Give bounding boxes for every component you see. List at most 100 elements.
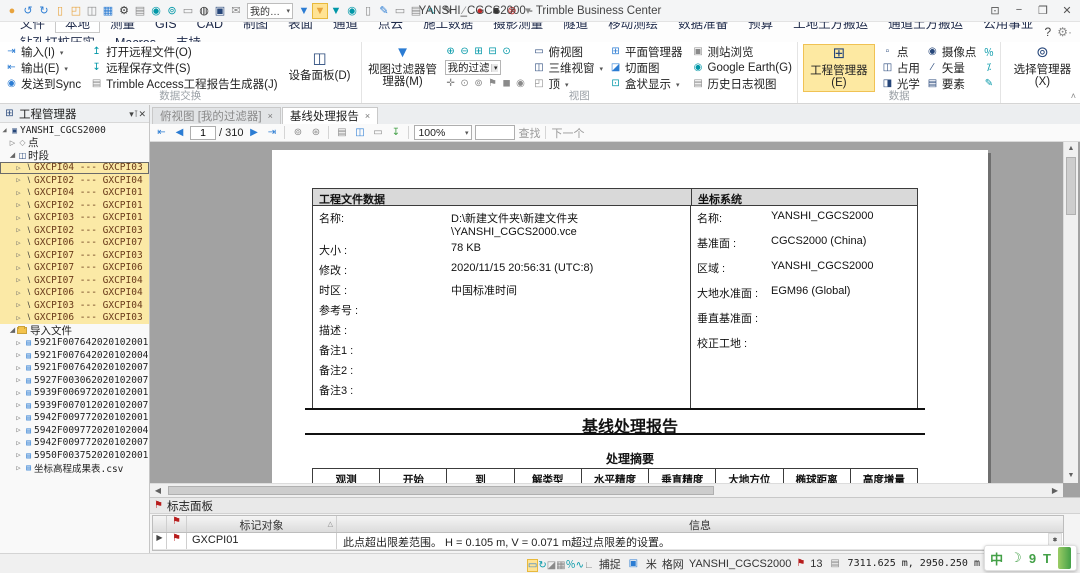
flag-column-header[interactable]: ⚑ — [167, 516, 187, 532]
report-icon[interactable]: ▤ — [132, 2, 148, 18]
expand-icon[interactable]: ▷ — [8, 139, 17, 147]
ribbon-button[interactable]: ∕ 矢量 — [926, 60, 977, 75]
last-page-button[interactable]: ⇥ — [264, 127, 279, 138]
ribbon-button[interactable]: ⇤ 输出(E) — [5, 60, 84, 75]
ribbon-button[interactable]: ◪ 切面图 — [609, 60, 686, 75]
help-button[interactable]: ? — [1045, 25, 1052, 39]
selection-manager-button[interactable]: ⊚ 选择管理器(X) — [1006, 44, 1078, 90]
project-explorer-button[interactable]: ⊞ 工程管理器(E) — [802, 44, 875, 92]
print-icon[interactable]: ▤ — [408, 2, 424, 18]
zoom-tool-icon[interactable]: ⊖ — [459, 46, 471, 57]
ribbon-button[interactable]: ◉ Google Earth(G) — [692, 60, 792, 75]
minimize-button[interactable]: − — [1010, 4, 1028, 17]
data-tool-icon[interactable]: ⁒ — [982, 60, 995, 75]
expand-icon[interactable]: ▷ — [14, 426, 23, 434]
vertical-scrollbar[interactable]: ▲ ▼ — [1063, 142, 1078, 483]
tree-session-item[interactable]: ▷∖GXCPI04 --- GXCPI01 (··· — [0, 186, 149, 199]
tree-node-sessions[interactable]: ◢ ◫ 时段 — [0, 149, 149, 162]
tree-node-imported-files[interactable]: ◢ 导入文件 — [0, 324, 149, 337]
zoom-tool-icon[interactable]: ⊚ — [164, 2, 180, 18]
expand-icon[interactable]: ▷ — [14, 201, 23, 209]
horizontal-scrollbar[interactable]: ◀ ▶ — [150, 483, 1063, 497]
flagged-object-cell[interactable]: GXCPI01 — [187, 533, 337, 549]
clock-icon[interactable]: ◍ — [196, 2, 212, 18]
close-tab-icon[interactable]: × — [268, 111, 273, 121]
expand-icon[interactable]: ▷ — [14, 189, 23, 197]
expand-icon[interactable]: ◢ — [8, 151, 17, 159]
ribbon-button[interactable]: ▣ 测站浏览 — [692, 44, 792, 59]
collapse-ribbon-button[interactable]: ˄ — [1071, 91, 1076, 101]
expand-icon[interactable]: ▷ — [14, 339, 23, 347]
back-button[interactable]: ⊚ — [290, 127, 305, 138]
record-icon[interactable]: ● — [472, 3, 488, 19]
flag-row[interactable]: ▶ ⚑ GXCPI01 此点超出限差范围。 H = 0.105 m, V = 0… — [153, 533, 1063, 550]
select-mode-icon[interactable]: ▭ — [526, 559, 539, 572]
forward-button[interactable]: ⊛ — [308, 127, 323, 138]
flagged-object-column-header[interactable]: 标记对象 △ — [187, 516, 337, 532]
tree-session-item[interactable]: ▷∖GXCPI03 --- GXCPI01 (··· — [0, 211, 149, 224]
ime-skin-icon[interactable]: T — [1043, 551, 1051, 566]
export-button[interactable]: ↧ — [388, 127, 403, 138]
ribbon-button[interactable]: ◫ 占用 — [881, 60, 920, 75]
ribbon-button[interactable]: ▭ 俯视图 — [533, 44, 604, 59]
open-project-icon[interactable]: ◰ — [68, 2, 84, 18]
tree-session-item[interactable]: ▷∖GXCPI06 --- GXCPI04 (··· — [0, 286, 149, 299]
first-page-button[interactable]: ⇤ — [154, 127, 169, 138]
rotate-icon[interactable]: ↻ — [538, 560, 546, 571]
zoom-tool-icon[interactable]: ⊟ — [487, 46, 499, 57]
expand-icon[interactable]: ▷ — [14, 239, 23, 247]
tree-file-item[interactable]: ▷▤5927F0030620201020070··· — [0, 374, 149, 387]
expand-icon[interactable]: ▷ — [14, 439, 23, 447]
app-logo-icon[interactable]: ● — [4, 3, 20, 19]
crs-label[interactable]: YANSHI_CGCS2000 — [689, 558, 792, 570]
panel-close-button[interactable]: ✕ — [138, 109, 146, 119]
expand-icon[interactable]: ▷ — [14, 226, 23, 234]
expand-icon[interactable]: ▷ — [14, 214, 23, 222]
page-number-input[interactable] — [190, 125, 216, 140]
scroll-thumb[interactable] — [168, 486, 715, 495]
measure-icon[interactable]: ∿ — [424, 2, 440, 18]
ribbon-button[interactable]: ↥ 打开远程文件(O) — [90, 44, 277, 59]
selection-filter-icon[interactable]: ▼ — [312, 2, 328, 19]
close-button[interactable]: ✕ — [1058, 4, 1076, 17]
tree-session-item[interactable]: ▷∖GXCPI02 --- GXCPI01 (··· — [0, 199, 149, 212]
layout-icon[interactable]: ▭ — [392, 2, 408, 18]
zoom-tool-icon[interactable]: ⊕ — [445, 46, 457, 57]
zoom-select[interactable]: 100% ▾ — [414, 125, 473, 140]
expand-icon[interactable]: ▷ — [14, 351, 23, 359]
expand-icon[interactable]: ▷ — [14, 251, 23, 259]
save-icon[interactable]: ▦ — [100, 2, 116, 18]
ribbon-button[interactable]: ▫ 点 — [881, 44, 920, 59]
find-button[interactable]: 查找 — [518, 125, 540, 141]
expand-icon[interactable]: ◢ — [0, 126, 9, 134]
more-icon[interactable]: ▾ — [520, 2, 536, 18]
display-options-icon[interactable]: ▣ — [626, 558, 641, 569]
expand-icon[interactable]: ▷ — [14, 276, 23, 284]
expand-icon[interactable]: ▷ — [14, 389, 23, 397]
tree-file-item[interactable]: ▷▤5921F0076420201020013··· — [0, 337, 149, 350]
tree-file-item[interactable]: ▷▤5942F0097720201020042··· — [0, 424, 149, 437]
snap-toggle[interactable]: 捕捉 — [599, 556, 621, 572]
scroll-thumb[interactable] — [1066, 157, 1076, 215]
next-page-button[interactable]: ▶ — [246, 127, 261, 138]
tree-file-item[interactable]: ▷ ▤ 坐标高程成果表.csv — [0, 462, 149, 474]
ime-logo[interactable] — [1058, 547, 1071, 569]
tree-file-item[interactable]: ▷▤5942F0097720201020070··· — [0, 437, 149, 450]
device-pane-button[interactable]: ◫ 设备面板(D) — [284, 44, 356, 90]
expand-icon[interactable]: ▷ — [14, 376, 23, 384]
window-icon[interactable]: ▭ — [180, 2, 196, 18]
zoom-tool-icon[interactable]: ⊞ — [473, 46, 485, 57]
ortho-icon[interactable]: ∟ — [584, 560, 594, 571]
expand-icon[interactable]: ▷ — [14, 301, 23, 309]
new-project-icon[interactable]: ▯ — [52, 2, 68, 18]
restore-button[interactable]: ❐ — [1034, 4, 1052, 17]
print-button[interactable]: ▤ — [334, 127, 349, 138]
expand-icon[interactable]: ▷ — [14, 414, 23, 422]
ribbon-button[interactable]: ⊞ 平面管理器 — [609, 44, 686, 59]
document-tab[interactable]: 基线处理报告 × — [281, 107, 379, 124]
tree-file-item[interactable]: ▷▤5939F0069720201020013··· — [0, 387, 149, 400]
ime-language-icon[interactable]: 中 — [990, 549, 1003, 568]
ime-halfwidth-icon[interactable]: ☽ — [1010, 550, 1022, 566]
flag-count-icon[interactable]: ⚑ — [796, 558, 805, 569]
settings-icon[interactable]: ⚙ — [116, 2, 132, 18]
